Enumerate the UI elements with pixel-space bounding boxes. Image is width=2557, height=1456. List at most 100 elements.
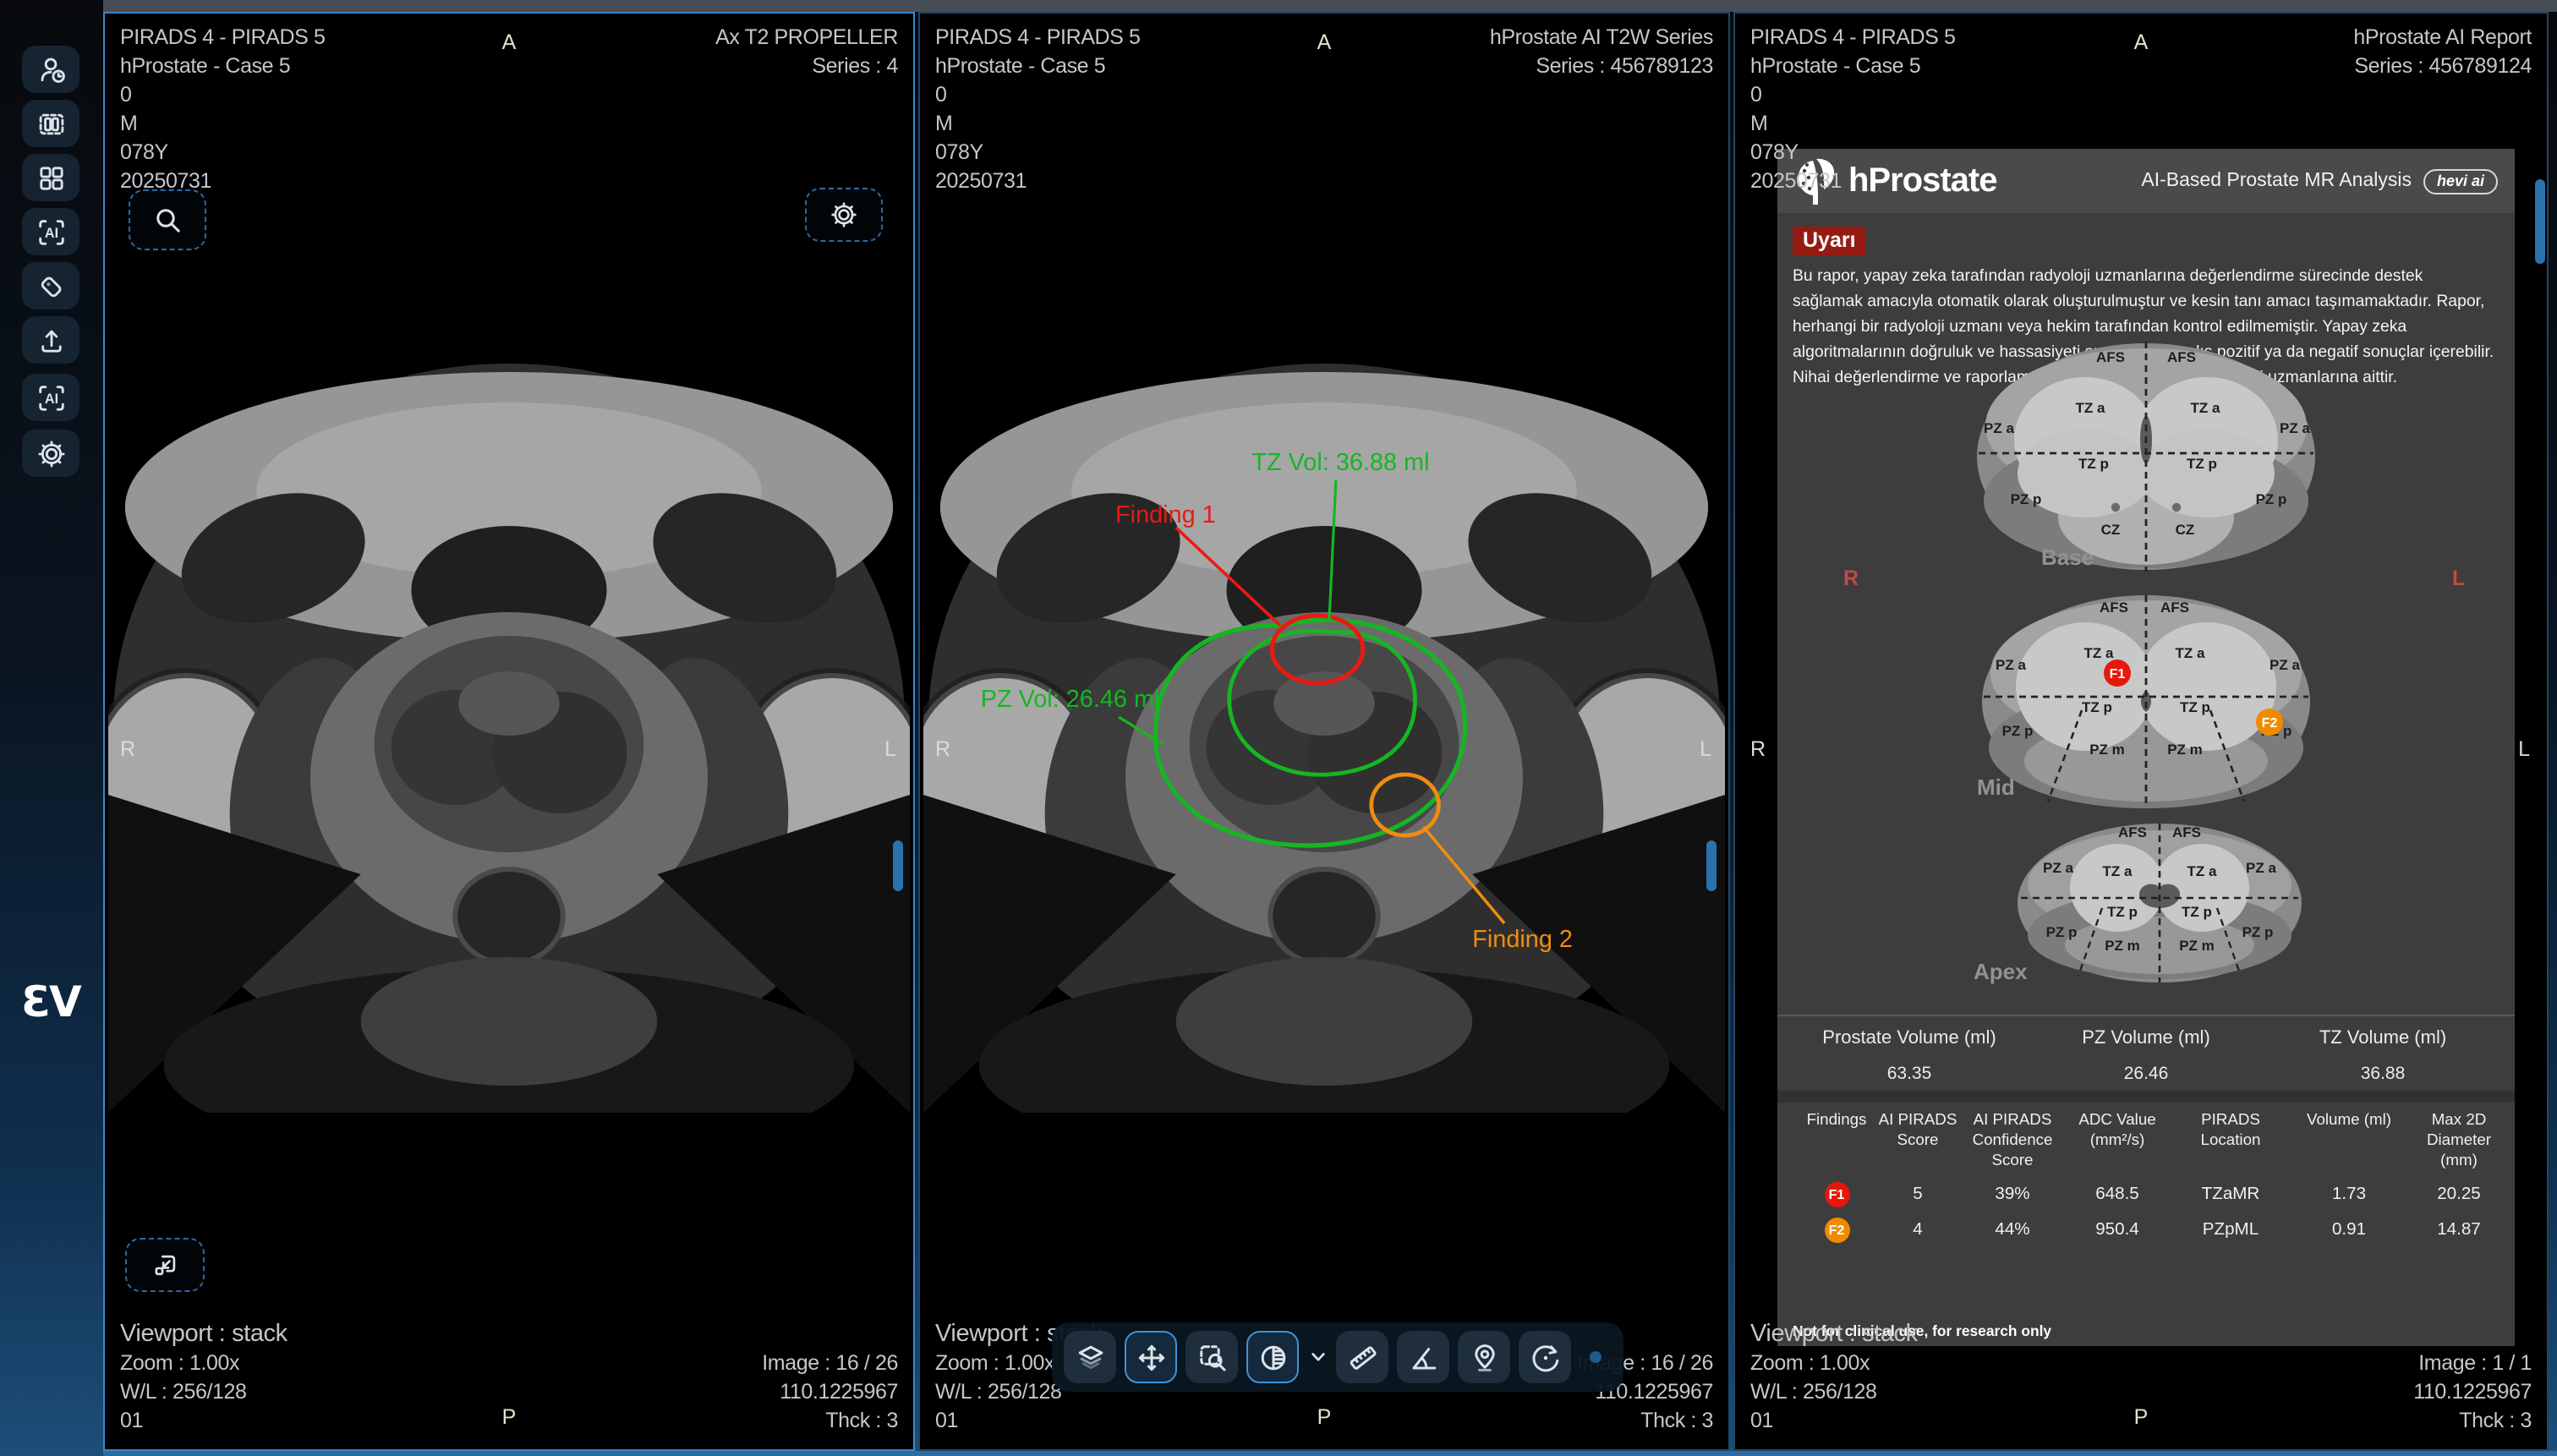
patient-age: 078Y <box>1750 139 1956 167</box>
tz-contour <box>1229 631 1415 775</box>
vp3-status-left: Viewport : stack Zoom : 1.00x W/L : 256/… <box>1750 1321 1918 1436</box>
window-level-value: W/L : 256/128 <box>1750 1378 1918 1407</box>
rotate-tool-button[interactable] <box>1519 1331 1571 1383</box>
patient-name: hProstate - Case 5 <box>1750 52 1956 81</box>
study-label: PIRADS 4 - PIRADS 5 <box>1750 24 1956 52</box>
zone-label-tza: TZ a <box>2176 644 2205 661</box>
zone-label-tzp: TZ p <box>2107 903 2138 920</box>
report-divider <box>1777 1091 2515 1103</box>
table-row-f1-badge: F1 <box>1798 1181 1875 1207</box>
svg-text:AI: AI <box>44 225 57 240</box>
zoom-region-tool-button[interactable] <box>1185 1331 1238 1383</box>
prostate-diagram-mid: AFS AFS TZ a TZ a PZ a PZ a TZ p TZ p PZ… <box>1977 592 2315 812</box>
zone-label-pzm: PZ m <box>2105 937 2140 954</box>
sidebar-button-ai-detect[interactable]: AI <box>22 208 79 255</box>
sidebar-button-patient-history[interactable] <box>22 46 79 93</box>
f1-diameter: 20.25 <box>2406 1185 2511 1203</box>
patient-sex: M <box>120 110 326 139</box>
series-search-button[interactable] <box>129 189 206 250</box>
f2-location: PZpML <box>2170 1220 2291 1239</box>
findings-table: Findings AI PIRADS Score AI PIRADS Confi… <box>1798 1109 2511 1242</box>
layers-icon <box>1075 1342 1105 1372</box>
pz-volume-annotation: PZ Vol: 26.46 ml <box>981 686 1160 713</box>
tz-volume-value: 36.88 <box>2264 1064 2501 1084</box>
slice-thickness: Thck : 3 <box>2413 1407 2532 1436</box>
series-description: hProstate AI T2W Series <box>1490 24 1713 52</box>
zone-label-tzp: TZ p <box>2187 455 2217 472</box>
tz-volume-label: TZ Volume (ml) <box>2264 1028 2501 1048</box>
zone-label-afs: AFS <box>2118 824 2147 840</box>
angle-tool-button[interactable] <box>1397 1331 1449 1383</box>
vp3-series-info: hProstate AI Report Series : 456789124 <box>2353 24 2532 81</box>
study-date: 20250731 <box>1750 167 1956 196</box>
finding2-annotation: Finding 2 <box>1472 926 1573 953</box>
zone-label-tza: TZ a <box>2103 862 2133 879</box>
viewport-3-ai-report[interactable]: PIRADS 4 - PIRADS 5 hProstate - Case 5 0… <box>1733 12 2549 1451</box>
orientation-marker-p: P <box>502 1405 517 1429</box>
f1-location: TZaMR <box>2170 1185 2291 1203</box>
orientation-marker-l: L <box>884 737 896 761</box>
window-level-presets-dropdown[interactable] <box>1307 1331 1328 1383</box>
orientation-marker-a: A <box>502 30 517 54</box>
f2-score: 4 <box>1875 1220 1960 1239</box>
collapse-icon <box>150 1250 180 1280</box>
zoom-level: Zoom : 1.00x <box>1750 1349 1918 1378</box>
sidebar-button-tags[interactable] <box>22 262 79 309</box>
sidebar-button-settings[interactable] <box>22 430 79 477</box>
zone-label-pzp: PZ p <box>2242 923 2274 940</box>
zone-label-pzp: PZ p <box>2002 722 2034 739</box>
zone-label-tza: TZ a <box>2187 862 2217 879</box>
f2-badge: F2 <box>1824 1217 1849 1242</box>
patient-age: 078Y <box>935 139 1141 167</box>
zone-label-pza: PZ a <box>2246 859 2276 876</box>
zoom-level: Zoom : 1.00x <box>120 1349 287 1378</box>
vp2-stack-scrollbar[interactable] <box>1706 840 1717 891</box>
bottom-accent-line <box>103 1451 2557 1456</box>
probe-tool-button[interactable] <box>1458 1331 1510 1383</box>
viewport-1-t2-propeller[interactable]: PIRADS 4 - PIRADS 5 hProstate - Case 5 0… <box>103 12 915 1451</box>
study-label: PIRADS 4 - PIRADS 5 <box>935 24 1141 52</box>
slice-thickness: Thck : 3 <box>762 1407 898 1436</box>
viewport-2-ai-t2w[interactable]: PIRADS 4 - PIRADS 5 hProstate - Case 5 0… <box>918 12 1730 1451</box>
prostate-volume-cell: Prostate Volume (ml) 63.35 <box>1791 1028 2028 1084</box>
sidebar-button-layout-grid[interactable] <box>22 154 79 201</box>
window-level-tool-button[interactable] <box>1246 1331 1299 1383</box>
settings-icon <box>35 437 67 469</box>
zone-label-afs: AFS <box>2172 824 2201 840</box>
section-label-apex: Apex <box>1974 959 2028 984</box>
patient-sex: M <box>935 110 1141 139</box>
finding1-leader-line <box>1176 528 1280 626</box>
vp1-status-right: Image : 16 / 26 110.1225967 Thck : 3 <box>762 1349 898 1436</box>
layers-tool-button[interactable] <box>1064 1331 1116 1383</box>
tz-volume-cell: TZ Volume (ml) 36.88 <box>2264 1028 2501 1084</box>
report-orientation-l: L <box>2452 567 2465 590</box>
prostate-diagram-base: AFS AFS TZ a TZ a PZ a PZ a TZ p TZ p PZ… <box>1972 338 2322 575</box>
viewport-settings-button[interactable] <box>805 188 883 242</box>
sidebar-button-upload[interactable] <box>22 316 79 364</box>
mri-image-axial-t2[interactable] <box>108 359 910 1113</box>
tag-icon <box>35 270 67 302</box>
zone-label-pzp: PZ p <box>2046 923 2078 940</box>
ai-detect-icon: AI <box>35 216 67 248</box>
col-header-diameter: Max 2D Diameter (mm) <box>2406 1109 2511 1171</box>
toolbar-drag-handle[interactable] <box>1590 1351 1602 1363</box>
series-description: hProstate AI Report <box>2353 24 2532 52</box>
vp3-status-right: Image : 1 / 1 110.1225967 Thck : 3 <box>2413 1349 2532 1436</box>
pan-tool-button[interactable] <box>1125 1331 1177 1383</box>
section-label-mid: Mid <box>1977 775 2015 800</box>
patient-id: 0 <box>935 81 1141 110</box>
f1-confidence: 39% <box>1960 1185 2065 1203</box>
sidebar-button-ai-report[interactable]: AI <box>22 374 79 421</box>
zone-label-pzp: PZ p <box>2256 490 2287 507</box>
user-history-icon <box>35 53 67 85</box>
collapse-viewport-button[interactable] <box>125 1238 205 1292</box>
study-label: PIRADS 4 - PIRADS 5 <box>120 24 326 52</box>
probe-pin-icon <box>1469 1342 1499 1372</box>
vp3-report-scrollbar[interactable] <box>2535 179 2545 264</box>
finding-marker-f2: F2 <box>2256 709 2283 736</box>
vp1-status-left: Viewport : stack Zoom : 1.00x W/L : 256/… <box>120 1321 287 1436</box>
zone-label-pza: PZ a <box>2270 656 2300 673</box>
vp1-stack-scrollbar[interactable] <box>893 840 903 891</box>
length-tool-button[interactable] <box>1336 1331 1388 1383</box>
sidebar-button-viewport-layout[interactable] <box>22 100 79 147</box>
